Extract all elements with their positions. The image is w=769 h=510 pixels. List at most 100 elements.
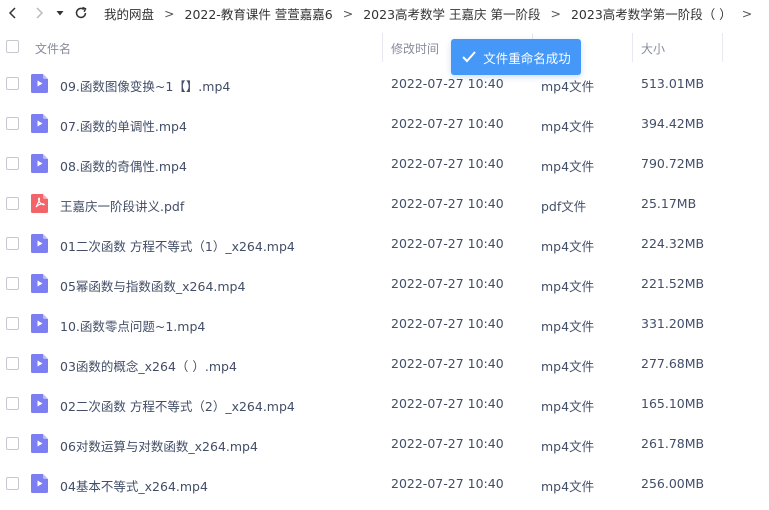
chevron-right-icon [36, 7, 44, 19]
file-list: 09.函数图像变换~1【】.mp4 2022-07-27 10:40 mp4文件 51… [0, 63, 769, 503]
file-name[interactable]: 08.函数的奇偶性.mp4 [60, 156, 187, 175]
column-header-time[interactable]: 修改时间 [391, 40, 439, 57]
file-size: 277.68MB [641, 356, 705, 371]
file-name[interactable]: 04基本不等式_x264.mp4 [60, 476, 208, 495]
row-checkbox[interactable] [6, 317, 19, 330]
row-checkbox[interactable] [6, 357, 19, 370]
row-checkbox[interactable] [6, 77, 19, 90]
file-size: 256.00MB [641, 476, 705, 491]
row-checkbox[interactable] [6, 437, 19, 450]
row-checkbox[interactable] [6, 157, 19, 170]
file-modified-time: 2022-07-27 10:40 [391, 116, 504, 131]
file-row[interactable]: 07.函数的单调性.mp4 2022-07-27 10:40 mp4文件 394.42… [0, 103, 769, 143]
file-size: 25.17MB [641, 196, 697, 211]
file-row[interactable]: 王嘉庆一阶段讲义.pdf 2022-07-27 10:40 pdf文件 25.17MB [0, 183, 769, 223]
file-name[interactable]: 07.函数的单调性.mp4 [60, 116, 187, 135]
file-name[interactable]: 02二次函数 方程不等式（2）_x264.mp4 [60, 396, 295, 415]
refresh-button[interactable] [68, 0, 94, 26]
file-modified-time: 2022-07-27 10:40 [391, 316, 504, 331]
column-divider[interactable] [722, 33, 723, 62]
column-divider[interactable] [382, 33, 383, 62]
video-file-icon [31, 434, 48, 453]
video-file-icon [31, 74, 48, 93]
breadcrumb: 我的网盘 > 2022-教育课件 萱萱嘉嘉6 > 2023高考数学 王嘉庆 第一… [100, 4, 758, 23]
file-size: 331.20MB [641, 316, 705, 331]
breadcrumb-item[interactable]: 2022-教育课件 萱萱嘉嘉6 [181, 4, 337, 23]
file-modified-time: 2022-07-27 10:40 [391, 196, 504, 211]
rename-success-toast: 文件重命名成功 [451, 39, 581, 75]
file-row[interactable]: 01二次函数 方程不等式（1）_x264.mp4 2022-07-27 10:40… [0, 223, 769, 263]
file-name[interactable]: 09.函数图像变换~1【】.mp4 [60, 76, 230, 95]
file-type: mp4文件 [541, 119, 595, 134]
file-modified-time: 2022-07-27 10:40 [391, 356, 504, 371]
file-type: mp4文件 [541, 319, 595, 334]
toast-text: 文件重命名成功 [483, 50, 571, 66]
video-file-icon [31, 474, 48, 493]
file-name[interactable]: 05幂函数与指数函数_x264.mp4 [60, 276, 245, 295]
file-name[interactable]: 06对数运算与对数函数_x264.mp4 [60, 436, 258, 455]
file-type: mp4文件 [541, 399, 595, 414]
chevron-left-icon [8, 7, 16, 19]
file-modified-time: 2022-07-27 10:40 [391, 436, 504, 451]
row-checkbox[interactable] [6, 237, 19, 250]
column-header-name[interactable]: 文件名 [35, 40, 71, 57]
caret-down-icon [56, 11, 64, 16]
file-type: mp4文件 [541, 79, 595, 94]
file-row[interactable]: 09.函数图像变换~1【】.mp4 2022-07-27 10:40 mp4文件 51… [0, 63, 769, 103]
checkmark-icon [462, 51, 476, 63]
breadcrumb-separator: > [550, 5, 561, 21]
row-checkbox[interactable] [6, 277, 19, 290]
file-row[interactable]: 06对数运算与对数函数_x264.mp4 2022-07-27 10:40 mp4文… [0, 423, 769, 463]
navigation-bar: 我的网盘 > 2022-教育课件 萱萱嘉嘉6 > 2023高考数学 王嘉庆 第一… [0, 0, 769, 26]
breadcrumb-item[interactable]: 我的网盘 [100, 4, 158, 23]
file-size: 394.42MB [641, 116, 705, 131]
forward-button[interactable] [26, 0, 52, 26]
file-name[interactable]: 01二次函数 方程不等式（1）_x264.mp4 [60, 236, 295, 255]
file-type: mp4文件 [541, 239, 595, 254]
file-type: mp4文件 [541, 279, 595, 294]
file-row[interactable]: 10.函数零点问题~1.mp4 2022-07-27 10:40 mp4文件 331.… [0, 303, 769, 343]
file-name[interactable]: 王嘉庆一阶段讲义.pdf [60, 196, 184, 215]
back-button[interactable] [0, 0, 26, 26]
video-file-icon [31, 394, 48, 413]
file-size: 224.32MB [641, 236, 705, 251]
file-size: 221.52MB [641, 276, 705, 291]
breadcrumb-separator: > [164, 5, 175, 21]
pdf-file-icon [31, 194, 48, 213]
history-dropdown-button[interactable] [52, 0, 68, 26]
file-size: 261.78MB [641, 436, 705, 451]
breadcrumb-item[interactable]: 2023高考数学 王嘉庆 第一阶段 [359, 4, 544, 23]
select-all-checkbox[interactable] [6, 40, 19, 53]
row-checkbox[interactable] [6, 197, 19, 210]
video-file-icon [31, 234, 48, 253]
row-checkbox[interactable] [6, 477, 19, 490]
video-file-icon [31, 154, 48, 173]
file-row[interactable]: 08.函数的奇偶性.mp4 2022-07-27 10:40 mp4文件 790.72… [0, 143, 769, 183]
video-file-icon [31, 274, 48, 293]
file-row[interactable]: 02二次函数 方程不等式（2）_x264.mp4 2022-07-27 10:40… [0, 383, 769, 423]
file-modified-time: 2022-07-27 10:40 [391, 476, 504, 491]
refresh-icon [75, 6, 87, 19]
file-type: mp4文件 [541, 439, 595, 454]
file-type: pdf文件 [541, 199, 587, 214]
file-size: 513.01MB [641, 76, 705, 91]
file-size: 165.10MB [641, 396, 705, 411]
file-name[interactable]: 10.函数零点问题~1.mp4 [60, 316, 205, 335]
file-type: mp4文件 [541, 359, 595, 374]
file-modified-time: 2022-07-27 10:40 [391, 236, 504, 251]
file-name[interactable]: 03函数的概念_x264（ ）.mp4 [60, 356, 237, 375]
row-checkbox[interactable] [6, 397, 19, 410]
column-header-size[interactable]: 大小 [641, 40, 665, 57]
file-row[interactable]: 04基本不等式_x264.mp4 2022-07-27 10:40 mp4文件 256… [0, 463, 769, 503]
file-modified-time: 2022-07-27 10:40 [391, 396, 504, 411]
video-file-icon [31, 354, 48, 373]
file-type: mp4文件 [541, 479, 595, 494]
column-divider[interactable] [632, 33, 633, 62]
video-file-icon [31, 314, 48, 333]
breadcrumb-item[interactable]: 2023高考数学第一阶段（ ） [567, 4, 736, 23]
row-checkbox[interactable] [6, 117, 19, 130]
file-row[interactable]: 05幂函数与指数函数_x264.mp4 2022-07-27 10:40 mp4文件… [0, 263, 769, 303]
file-type: mp4文件 [541, 159, 595, 174]
file-row[interactable]: 03函数的概念_x264（ ）.mp4 2022-07-27 10:40 mp4文件… [0, 343, 769, 383]
file-modified-time: 2022-07-27 10:40 [391, 76, 504, 91]
